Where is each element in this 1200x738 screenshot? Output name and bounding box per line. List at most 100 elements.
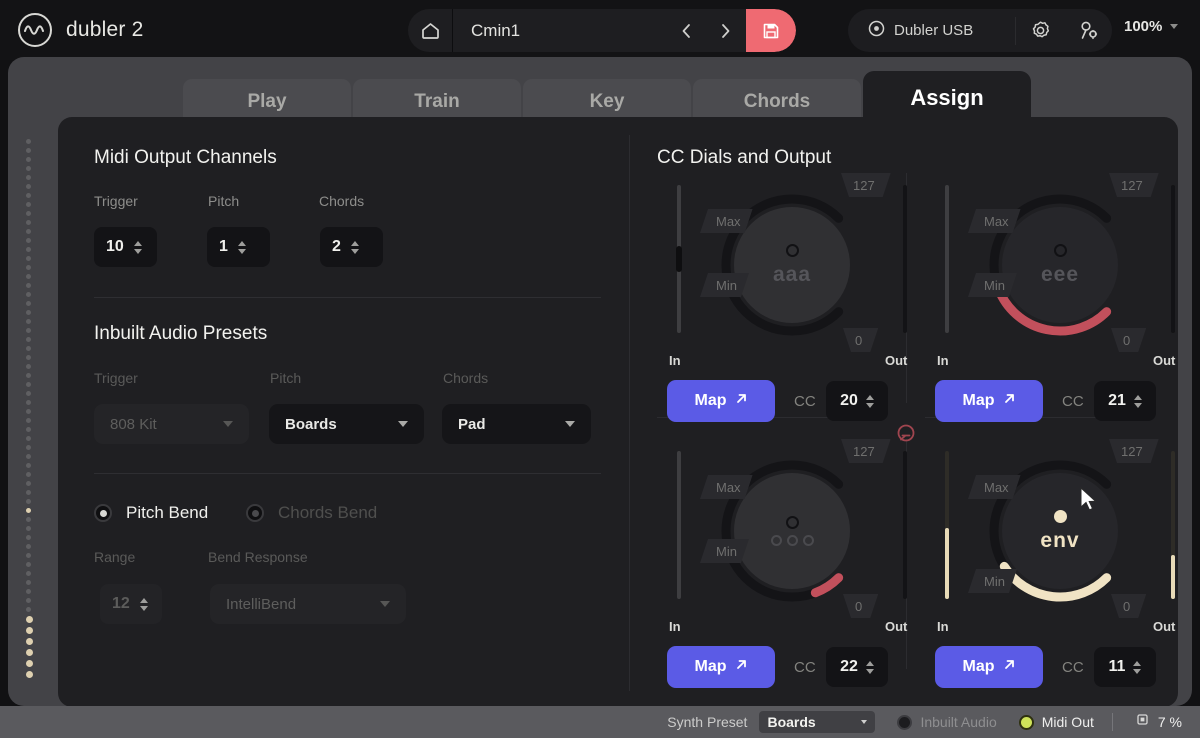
in-max-tag: Max xyxy=(700,209,753,233)
pitch-preset-select[interactable]: Boards xyxy=(269,404,424,444)
bend-response-label: Bend Response xyxy=(208,549,308,565)
section-divider xyxy=(94,473,601,474)
meter-dot xyxy=(26,328,31,333)
cc-number-stepper-env[interactable]: 11 xyxy=(1094,647,1156,687)
bend-response-value: IntelliBend xyxy=(226,595,297,613)
chords-bend-radio[interactable]: Chords Bend xyxy=(246,503,377,523)
map-button-eee[interactable]: Map xyxy=(935,380,1043,422)
stepper-arrows-icon[interactable] xyxy=(865,394,874,408)
out-slider-track-aaa[interactable] xyxy=(903,185,907,333)
out-label: Out xyxy=(1153,353,1176,368)
meter-dot xyxy=(26,616,33,623)
meter-dot xyxy=(26,571,31,576)
meter-dot xyxy=(26,364,31,369)
save-disk-icon[interactable] xyxy=(746,9,796,52)
in-slider-track-env[interactable] xyxy=(945,451,949,599)
cc-number-stepper-eee[interactable]: 21 xyxy=(1094,381,1156,421)
chords-preset-label: Chords xyxy=(443,370,489,386)
meter-dot xyxy=(26,211,31,216)
zoom-level: 100% xyxy=(1124,18,1163,35)
stepper-arrows-icon[interactable] xyxy=(237,240,246,254)
stepper-arrows-icon[interactable] xyxy=(139,597,148,611)
meter-dot xyxy=(26,418,31,423)
in-slider-track-aaa[interactable] xyxy=(676,185,682,333)
user-settings-icon[interactable] xyxy=(1064,9,1112,52)
preset-name[interactable]: Cmin1 xyxy=(453,21,666,41)
cc-number-stepper-aaa[interactable]: 20 xyxy=(826,381,888,421)
meter-dot xyxy=(26,274,31,279)
target-dot-icon xyxy=(868,20,885,41)
chords-channel-stepper[interactable]: 2 xyxy=(320,227,383,267)
chords-channel-value: 2 xyxy=(332,238,341,255)
bend-response-select[interactable]: IntelliBend xyxy=(210,584,406,624)
gear-icon[interactable] xyxy=(1016,9,1064,52)
trigger-preset-select[interactable]: 808 Kit xyxy=(94,404,249,444)
pitch-bend-radio[interactable]: Pitch Bend xyxy=(94,503,208,523)
midi-out-toggle[interactable]: Midi Out xyxy=(1018,714,1094,730)
meter-dot xyxy=(26,544,31,549)
out-slider-track-eee[interactable] xyxy=(1171,185,1175,333)
stepper-arrows-icon[interactable] xyxy=(133,240,142,254)
map-label: Map xyxy=(694,658,727,675)
synth-preset-select[interactable]: Boards xyxy=(759,711,876,733)
meter-dot xyxy=(26,301,31,306)
status-bar: Synth Preset Boards Inbuilt Audio Midi O… xyxy=(0,706,1200,738)
out-slider-track-ooo[interactable] xyxy=(903,451,907,599)
in-min-tag: Min xyxy=(968,569,1017,593)
pitch-channel-stepper[interactable]: 1 xyxy=(207,227,270,267)
cc-label: CC xyxy=(794,393,816,410)
zoom-control[interactable]: 100% xyxy=(1124,18,1179,35)
pitch-channel-value: 1 xyxy=(219,238,228,255)
meter-dot xyxy=(26,382,31,387)
inbuilt-audio-label: Inbuilt Audio xyxy=(920,714,997,730)
chevron-left-icon[interactable] xyxy=(666,9,706,52)
meter-dot xyxy=(26,649,33,656)
in-slider-handle[interactable] xyxy=(676,246,682,272)
stepper-arrows-icon[interactable] xyxy=(1133,660,1142,674)
in-slider-track-ooo[interactable] xyxy=(677,451,681,599)
bend-range-stepper[interactable]: 12 xyxy=(100,584,162,624)
map-label: Map xyxy=(694,392,727,409)
meter-dot xyxy=(26,607,31,612)
bend-range-label: Range xyxy=(94,549,136,565)
map-button-aaa[interactable]: Map xyxy=(667,380,775,422)
device-selector[interactable]: Dubler USB xyxy=(848,20,1015,41)
trigger-channel-stepper[interactable]: 10 xyxy=(94,227,157,267)
out-label: Out xyxy=(885,353,908,368)
dubler-app-window: dubler 2 Cmin1 Dubler USB 100% Play Trai… xyxy=(0,0,1200,738)
stepper-arrows-icon[interactable] xyxy=(350,240,359,254)
stepper-arrows-icon[interactable] xyxy=(1133,394,1142,408)
knob-label: env xyxy=(1040,528,1080,552)
knob-indicator-icon xyxy=(1053,509,1067,523)
in-slider-track-eee[interactable] xyxy=(945,185,949,333)
knob-face: eee xyxy=(1002,207,1118,323)
caret-down-icon xyxy=(861,720,868,724)
arrow-up-right-icon xyxy=(735,658,748,676)
meter-dot xyxy=(26,283,31,288)
vertical-level-meter[interactable] xyxy=(26,139,33,678)
top-bar: dubler 2 Cmin1 Dubler USB 100% xyxy=(0,0,1200,60)
meter-dot xyxy=(26,598,31,603)
inbuilt-audio-toggle[interactable]: Inbuilt Audio xyxy=(897,714,997,730)
cc-dial-aaa: aaa Max Min 127 0 In Out Map CC 20 xyxy=(657,173,927,423)
radio-unselected-icon xyxy=(246,504,264,522)
cpu-chip-icon xyxy=(1135,712,1150,732)
cc-dial-env: env Max Min 127 0 In Out Map CC 11 xyxy=(925,439,1195,689)
out-max-tag: 127 xyxy=(841,439,891,463)
in-label: In xyxy=(669,619,681,634)
map-button-env[interactable]: Map xyxy=(935,646,1043,688)
home-icon[interactable] xyxy=(408,22,452,40)
chords-preset-select[interactable]: Pad xyxy=(442,404,591,444)
device-selector-pill: Dubler USB xyxy=(848,9,1112,52)
out-min-tag: 0 xyxy=(843,594,878,618)
knob-indicator-icon xyxy=(785,243,799,257)
meter-dot xyxy=(26,310,31,315)
knob-label: eee xyxy=(1040,262,1080,286)
out-slider-track-env[interactable] xyxy=(1171,451,1175,599)
map-button-ooo[interactable]: Map xyxy=(667,646,775,688)
trigger-channel-label: Trigger xyxy=(94,193,138,209)
in-label: In xyxy=(937,619,949,634)
chevron-right-icon[interactable] xyxy=(706,9,746,52)
cc-number-stepper-ooo[interactable]: 22 xyxy=(826,647,888,687)
stepper-arrows-icon[interactable] xyxy=(865,660,874,674)
